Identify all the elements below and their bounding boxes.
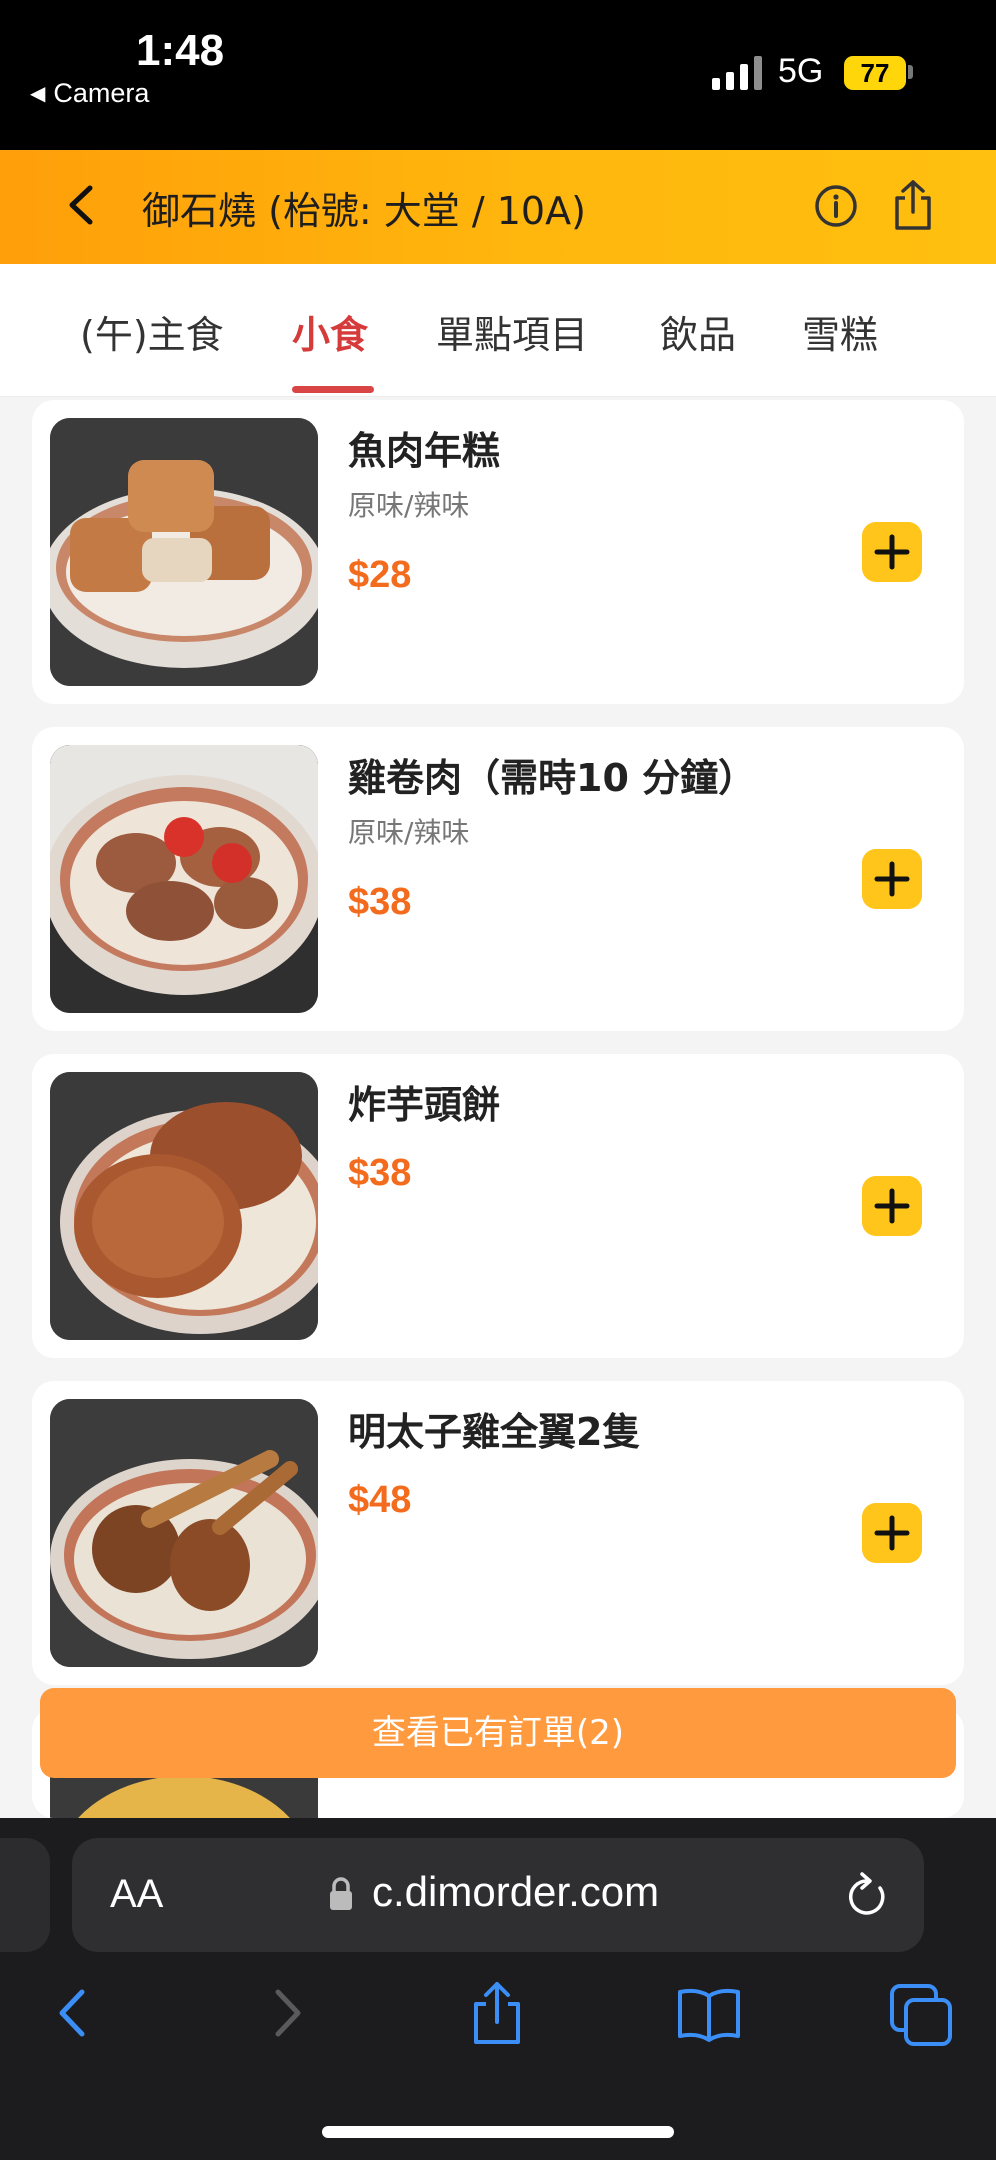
lock-icon [330,1877,352,1910]
status-time: 1:48 [136,26,225,75]
address-bar[interactable]: AA c.dimorder.com [72,1838,924,1952]
add-item-button[interactable] [862,1503,922,1563]
url-text: c.dimorder.com [372,1868,660,1915]
food-image-chicken-wings [50,1399,318,1667]
browser-toolbar: AA c.dimorder.com [0,1818,996,2160]
bookmarks-icon[interactable] [674,1978,744,2048]
reader-options-button[interactable]: AA [110,1872,163,1917]
add-item-button[interactable] [862,1176,922,1236]
item-price: $28 [348,554,412,596]
item-price: $48 [348,1479,412,1521]
restaurant-header: 御石燒 (枱號: 大堂 / 10A) [0,150,996,264]
tab-main-course[interactable]: (午)主食 [80,304,224,359]
battery-tip [908,65,913,79]
previous-tab-preview[interactable] [0,1838,50,1952]
battery-icon: 77 [844,56,906,90]
cellular-signal-icon [712,54,762,90]
back-arrow-icon[interactable] [58,180,108,230]
active-tab-indicator [292,386,374,393]
menu-item-card[interactable]: 魚肉年糕 原味/辣味 $28 [32,400,964,704]
menu-item-card[interactable]: 炸芋頭餅 $38 [32,1054,964,1358]
share-icon[interactable] [888,178,938,232]
back-app-label: Camera [53,78,150,108]
back-nav-icon[interactable] [38,1978,108,2048]
tabs-overview-icon[interactable] [886,1978,956,2048]
home-indicator [322,2126,674,2138]
item-name: 明太子雞全翼2隻 [348,1410,641,1454]
tab-a-la-carte[interactable]: 單點項目 [436,304,588,359]
back-triangle-icon: ◀ [30,83,46,105]
add-item-button[interactable] [862,849,922,909]
item-subtitle: 原味/辣味 [348,489,470,522]
page-title: 御石燒 (枱號: 大堂 / 10A) [142,189,586,233]
tab-ice-cream[interactable]: 雪糕 [802,304,878,359]
item-price: $38 [348,881,412,923]
menu-item-card[interactable]: 雞卷肉（需時10 分鐘） 原味/辣味 $38 [32,727,964,1031]
tab-drinks[interactable]: 飲品 [660,304,736,359]
back-to-camera-link[interactable]: ◀ Camera [30,78,149,109]
food-image-fish-cake [50,418,318,686]
share-page-icon[interactable] [462,1978,532,2048]
item-name: 炸芋頭餅 [348,1083,501,1127]
category-tabs: (午)主食 小食 單點項目 飲品 雪糕 [0,264,996,397]
forward-nav-icon[interactable] [252,1978,322,2048]
reload-icon[interactable] [844,1870,890,1920]
status-bar: 1:48 ◀ Camera 5G 77 [0,0,996,150]
network-type: 5G [778,52,824,90]
add-item-button[interactable] [862,522,922,582]
food-image-taro-cake [50,1072,318,1340]
menu-item-card[interactable]: 明太子雞全翼2隻 $48 [32,1381,964,1685]
info-icon[interactable] [812,182,860,230]
item-price: $38 [348,1152,412,1194]
view-orders-button[interactable]: 查看已有訂單(2) [40,1688,956,1778]
item-name: 魚肉年糕 [348,429,501,473]
item-name: 雞卷肉（需時10 分鐘） [348,756,757,800]
item-subtitle: 原味/辣味 [348,816,470,849]
tab-snacks[interactable]: 小食 [292,304,368,359]
food-image-chicken-roll [50,745,318,1013]
